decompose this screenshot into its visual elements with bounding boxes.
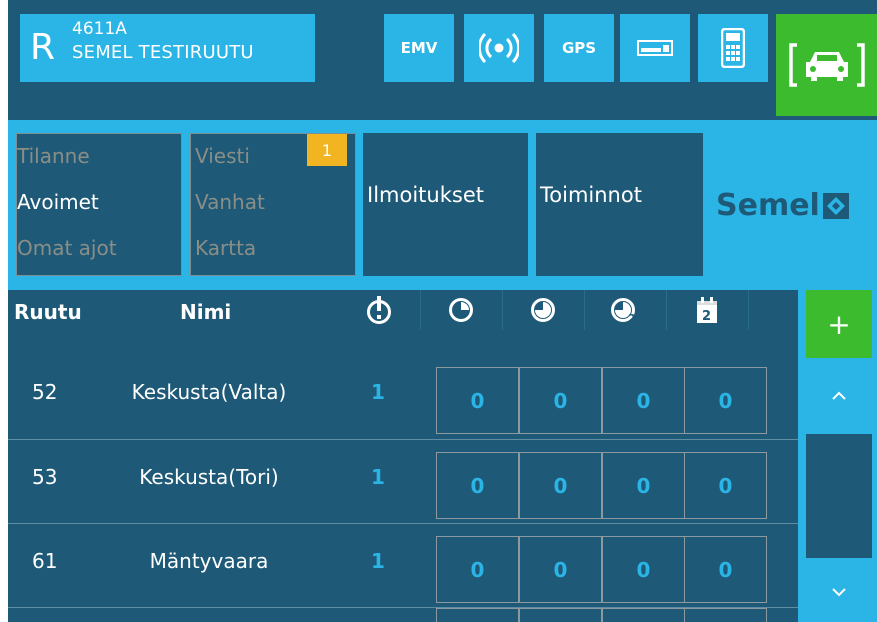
svg-text:2: 2 (628, 312, 636, 323)
ilmoitukset-label: Ilmoitukset (367, 183, 484, 207)
area-table: Ruutu Nimi 2 2 52 Keskusta(Valta) 1 0 0 … (8, 290, 798, 622)
top-bar: R 4611A SEMEL TESTIRUUTU EMV GPS (8, 0, 877, 120)
clock-icon (449, 298, 473, 322)
taxi-status-button[interactable] (776, 14, 877, 116)
chevron-up-icon (832, 391, 846, 400)
emv-label: EMV (400, 39, 438, 57)
scroll-down-button[interactable] (806, 561, 872, 622)
brand-name: Semel (716, 188, 820, 223)
column-header-calendar: 2 (666, 290, 749, 330)
nav-item-omat-ajot[interactable]: Omat ajot (17, 236, 117, 260)
card-reader-icon (637, 40, 673, 56)
taxi-status-icon (788, 43, 865, 87)
gps-button[interactable]: GPS (544, 14, 614, 82)
cell-ruutu: 52 (32, 380, 58, 404)
nav-item-tilanne[interactable]: Tilanne (17, 144, 90, 168)
cell-value[interactable]: 0 (684, 536, 767, 603)
column-header-timer (502, 290, 585, 330)
table-row[interactable]: 61 Mäntyvaara 1 0 0 0 0 (8, 519, 798, 603)
calendar-2-icon: 2 (697, 297, 717, 324)
cell-nimi: Keskusta(Tori) (139, 465, 279, 489)
table-row[interactable]: 53 Keskusta(Tori) 1 0 0 0 0 (8, 435, 798, 519)
vehicle-id: 4611A (72, 19, 127, 39)
nav-item-avoimet[interactable]: Avoimet (17, 190, 99, 214)
cell-count: 1 (371, 380, 385, 404)
cell-value[interactable]: 0 (436, 452, 519, 519)
cell-nimi: Keskusta(Valta) (131, 380, 287, 404)
toiminnot-label: Toiminnot (540, 183, 642, 207)
nav-group-messages: Viesti 1 Vanhat Kartta (190, 133, 356, 276)
column-header-ruutu: Ruutu (14, 300, 82, 324)
column-header-clock (420, 290, 503, 330)
vehicle-name: SEMEL TESTIRUUTU (72, 42, 254, 63)
vehicle-info[interactable]: R 4611A SEMEL TESTIRUUTU (20, 14, 315, 82)
ilmoitukset-button[interactable]: Ilmoitukset (363, 133, 528, 276)
add-label: + (827, 307, 851, 341)
chevron-down-icon (832, 587, 846, 596)
cell-count: 1 (371, 465, 385, 489)
radio-button[interactable] (464, 14, 534, 82)
cell-value[interactable]: 0 (436, 536, 519, 603)
cell-count: 1 (371, 549, 385, 573)
emv-button[interactable]: EMV (384, 14, 454, 82)
cell-ruutu: 61 (32, 549, 58, 573)
column-header-nimi: Nimi (180, 300, 232, 324)
scroll-track[interactable] (806, 434, 872, 558)
cell-value[interactable]: 0 (602, 536, 685, 603)
cell-value-partial (684, 608, 767, 622)
nav-group-status: Tilanne Avoimet Omat ajot (16, 133, 182, 276)
cell-value[interactable]: 0 (684, 452, 767, 519)
radio-signal-icon (479, 33, 519, 63)
cell-value[interactable]: 0 (519, 536, 602, 603)
cell-nimi: Mäntyvaara (149, 549, 269, 573)
vehicle-letter: R (30, 27, 56, 68)
nav-item-viesti[interactable]: Viesti (195, 144, 250, 168)
column-header-alert (338, 290, 421, 330)
svg-text:2: 2 (702, 309, 711, 324)
toiminnot-button[interactable]: Toiminnot (536, 133, 703, 276)
nav-item-vanhat[interactable]: Vanhat (195, 190, 265, 214)
cell-value[interactable]: 0 (602, 452, 685, 519)
cell-ruutu: 53 (32, 465, 58, 489)
add-button[interactable]: + (806, 290, 872, 358)
clock-2-icon: 2 (611, 298, 636, 323)
payment-terminal-button[interactable] (698, 14, 768, 82)
nav-item-kartta[interactable]: Kartta (195, 236, 256, 260)
app-frame: R 4611A SEMEL TESTIRUUTU EMV GPS Tilanne… (8, 0, 877, 622)
cell-value[interactable]: 0 (519, 367, 602, 434)
column-header-clock-2: 2 (584, 290, 667, 330)
cell-value[interactable]: 0 (436, 367, 519, 434)
cell-value-partial (436, 608, 519, 622)
card-reader-button[interactable] (620, 14, 690, 82)
table-row[interactable]: 52 Keskusta(Valta) 1 0 0 0 0 (8, 350, 798, 434)
cell-value-partial (602, 608, 685, 622)
cell-value[interactable]: 0 (684, 367, 767, 434)
message-count-badge: 1 (307, 134, 347, 166)
semel-logo-icon (822, 192, 849, 219)
payment-terminal-icon (721, 28, 745, 68)
alert-icon (367, 296, 391, 324)
gps-label: GPS (561, 39, 597, 57)
cell-value[interactable]: 0 (602, 367, 685, 434)
timer-icon (531, 298, 555, 322)
semel-logo: Semel (716, 188, 849, 223)
cell-value[interactable]: 0 (519, 452, 602, 519)
cell-value-partial (519, 608, 602, 622)
scroll-up-button[interactable] (806, 362, 872, 430)
